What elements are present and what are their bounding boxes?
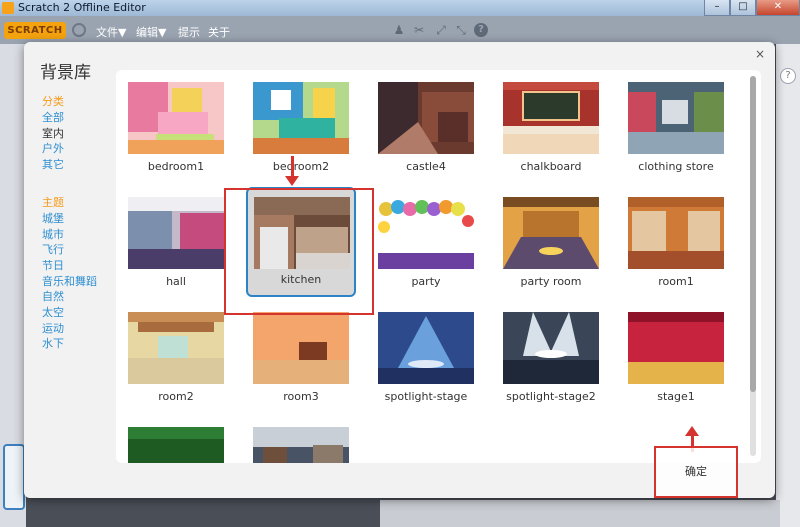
green-curtain-thumbnail	[128, 427, 224, 463]
menu-edit[interactable]: 编辑▼	[136, 24, 166, 40]
backdrop-label: chalkboard	[520, 160, 582, 173]
scratch-menubar: SCRATCH 文件▼ 编辑▼ 提示 关于 ♟ ✂ ⤢ ⤡ ?	[0, 16, 800, 44]
room1-thumbnail	[628, 197, 724, 269]
theme-header: 主题	[42, 195, 64, 209]
backdrop-label: castle4	[406, 160, 446, 173]
kitchen-highlight-box	[224, 188, 374, 315]
help-icon[interactable]: ?	[474, 23, 488, 37]
backdrop-label: stage1	[657, 390, 695, 403]
backdrop-tile-party[interactable]: party	[366, 185, 476, 295]
duplicate-stamp-icon[interactable]: ♟	[392, 23, 406, 37]
backdrop-tile-room3[interactable]: room3	[241, 300, 351, 410]
category-outdoors[interactable]: 户外	[42, 141, 122, 157]
spotlight-stage2-thumbnail	[503, 312, 599, 384]
category-indoors[interactable]: 室内	[42, 126, 122, 142]
stage1-thumbnail	[628, 312, 724, 384]
language-globe-icon[interactable]	[72, 23, 86, 37]
party-room-thumbnail	[503, 197, 599, 269]
dialog-title: 背景库	[40, 63, 91, 83]
backdrop-tile-spotlight-stage2[interactable]: spotlight-stage2	[491, 300, 601, 410]
backdrop-label: hall	[166, 275, 186, 288]
annotation-arrow-head	[285, 176, 299, 186]
maximize-button[interactable]: □	[730, 0, 756, 16]
grow-icon[interactable]: ⤢	[434, 23, 448, 37]
category-all[interactable]: 全部	[42, 110, 122, 126]
editor-left-panel	[0, 44, 26, 527]
party-thumbnail	[378, 197, 474, 269]
editor-bottom-strip	[380, 500, 780, 527]
category-other[interactable]: 其它	[42, 157, 122, 173]
help-circle-icon[interactable]: ?	[780, 68, 796, 84]
backdrop-tile-spotlight-stage[interactable]: spotlight-stage	[366, 300, 476, 410]
scrollbar-thumb[interactable]	[750, 76, 756, 392]
bedroom2-thumbnail	[253, 82, 349, 154]
backdrop-label: bedroom2	[272, 160, 330, 173]
backdrop-tile-castle4[interactable]: castle4	[366, 70, 476, 180]
window-titlebar: Scratch 2 Offline Editor – □ ✕	[0, 0, 800, 16]
backdrop-label: room3	[283, 390, 319, 403]
stage-thumbnail[interactable]	[3, 444, 25, 510]
backdrop-tile-unlabeled-1[interactable]	[116, 415, 226, 463]
backdrop-tile-room1[interactable]: room1	[616, 185, 726, 295]
backdrop-tile-hall[interactable]: hall	[116, 185, 226, 295]
backdrop-label: spotlight-stage2	[506, 390, 596, 403]
scratch-app-icon	[2, 2, 14, 14]
bedroom1-thumbnail	[128, 82, 224, 154]
menu-file[interactable]: 文件▼	[96, 24, 126, 40]
window-title: Scratch 2 Offline Editor	[18, 1, 146, 14]
ok-button[interactable]: 确定	[654, 446, 738, 498]
backdrop-tile-bedroom2[interactable]: bedroom2	[241, 70, 351, 180]
backdrop-label: party room	[520, 275, 582, 288]
backdrop-tile-unlabeled-2[interactable]	[241, 415, 351, 463]
chalkboard-thumbnail	[503, 82, 599, 154]
theme-underwater[interactable]: 水下	[42, 336, 122, 352]
room2-thumbnail	[128, 312, 224, 384]
theme-space[interactable]: 太空	[42, 305, 122, 321]
backdrop-label: room2	[158, 390, 194, 403]
annotation-arrow-up-head	[685, 426, 699, 436]
backdrop-label: bedroom1	[147, 160, 205, 173]
delete-cut-icon[interactable]: ✂	[412, 23, 426, 37]
backdrop-tile-chalkboard[interactable]: chalkboard	[491, 70, 601, 180]
dialog-close-button[interactable]: ×	[755, 47, 765, 61]
backdrop-tile-stage1[interactable]: stage1	[616, 300, 726, 410]
grid-scrollbar[interactable]	[750, 76, 756, 456]
backdrop-tile-party-room[interactable]: party room	[491, 185, 601, 295]
spotlight-stage-thumbnail	[378, 312, 474, 384]
backdrop-tile-clothing-store[interactable]: clothing store	[616, 70, 726, 180]
theme-castle[interactable]: 城堡	[42, 211, 122, 227]
backdrop-tile-bedroom1[interactable]: bedroom1	[116, 70, 226, 180]
menu-about[interactable]: 关于	[208, 24, 230, 40]
theme-holiday[interactable]: 节日	[42, 258, 122, 274]
theme-city[interactable]: 城市	[42, 227, 122, 243]
backdrop-tile-room2[interactable]: room2	[116, 300, 226, 410]
backdrop-library-dialog: 背景库 × 分类 全部 室内 户外 其它 主题 城堡 城市 飞行 节日 音乐和舞…	[24, 42, 775, 498]
scratch-logo[interactable]: SCRATCH	[4, 22, 66, 39]
castle4-thumbnail	[378, 82, 474, 154]
backdrop-label: room1	[658, 275, 694, 288]
editor-right-panel: ?	[776, 44, 800, 527]
minimize-button[interactable]: –	[704, 0, 730, 16]
shrink-icon[interactable]: ⤡	[454, 23, 468, 37]
clothing-store-thumbnail	[628, 82, 724, 154]
menu-tips[interactable]: 提示	[178, 24, 200, 40]
theme-sports[interactable]: 运动	[42, 321, 122, 337]
theme-nature[interactable]: 自然	[42, 289, 122, 305]
backdrop-label: party	[411, 275, 441, 288]
hall-thumbnail	[128, 197, 224, 269]
window-controls: – □ ✕	[704, 0, 800, 16]
window-close-button[interactable]: ✕	[756, 0, 800, 16]
street-thumbnail	[253, 427, 349, 463]
library-sidebar: 分类 全部 室内 户外 其它 主题 城堡 城市 飞行 节日 音乐和舞蹈 自然 太…	[42, 94, 122, 352]
theme-flying[interactable]: 飞行	[42, 242, 122, 258]
backdrop-grid[interactable]: bedroom1 bedroom2 castle4 chalkboard clo…	[116, 70, 761, 463]
backdrop-label: spotlight-stage	[384, 390, 468, 403]
backdrop-label: clothing store	[638, 160, 714, 173]
category-header: 分类	[42, 95, 64, 108]
room3-thumbnail	[253, 312, 349, 384]
theme-music-dance[interactable]: 音乐和舞蹈	[42, 274, 122, 290]
